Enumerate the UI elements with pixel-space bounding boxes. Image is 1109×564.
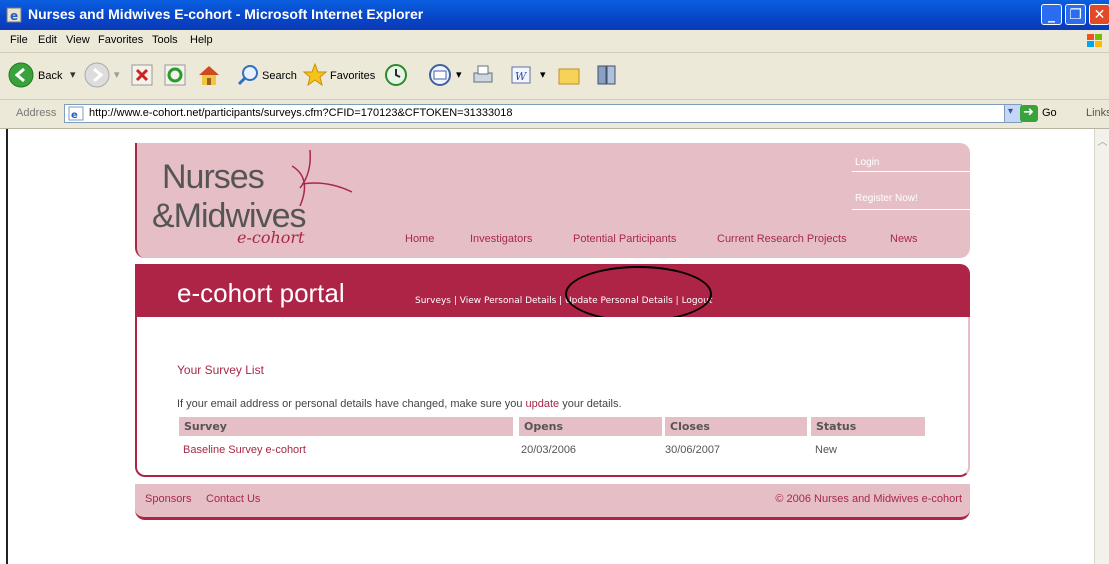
nav-potential-participants[interactable]: Potential Participants [573,233,676,245]
divider [852,209,970,210]
window-title: Nurses and Midwives E-cohort - Microsoft… [28,6,424,22]
back-dropdown-icon[interactable]: ▾ [70,68,76,81]
survey-link[interactable]: Baseline Survey e-cohort [183,444,306,456]
menu-tools[interactable]: Tools [152,34,178,46]
menu-help[interactable]: Help [190,34,213,46]
update-notice: If your email address or personal detail… [177,398,622,410]
portal-body: Your Survey List If your email address o… [135,317,970,477]
update-link[interactable]: update [526,398,560,410]
survey-list-heading: Your Survey List [177,363,264,377]
register-link[interactable]: Register Now! [855,193,918,204]
table-header-survey: Survey [179,417,513,436]
logo-text-nurses[interactable]: Nurses [162,158,265,197]
maximize-button[interactable]: ❐ [1065,4,1086,25]
folder-icon[interactable] [556,63,582,87]
site-header: Nurses &Midwives e-cohort Login Register… [135,143,970,258]
svg-text:W: W [515,70,528,83]
word-edit-icon[interactable]: W [510,65,532,85]
menu-bar: File Edit View Favorites Tools Help [0,30,1109,53]
chevron-down-icon: ▾ [1008,106,1014,117]
notice-text-before: If your email address or personal detail… [177,398,526,410]
go-label[interactable]: Go [1042,107,1057,119]
mail-icon[interactable] [428,63,454,87]
favorites-label[interactable]: Favorites [330,70,375,82]
logo-text-ecohort: e-cohort [237,228,305,247]
svg-text:e: e [71,110,78,121]
history-icon[interactable] [384,63,408,87]
table-header-status: Status [811,417,925,436]
nav-investigators[interactable]: Investigators [470,233,532,245]
window-titlebar[interactable]: e Nurses and Midwives E-cohort - Microso… [0,0,1109,30]
address-url[interactable]: http://www.e-cohort.net/participants/sur… [89,107,513,119]
annotation-circle [565,266,712,322]
forward-arrow-icon[interactable] [84,62,110,88]
refresh-icon[interactable] [164,64,186,86]
contact-us-link[interactable]: Contact Us [206,493,260,505]
search-label[interactable]: Search [262,70,297,82]
menu-view[interactable]: View [66,34,90,46]
login-link[interactable]: Login [855,157,879,168]
back-label[interactable]: Back [38,70,62,82]
svg-text:e: e [10,9,18,23]
vertical-scrollbar[interactable]: ︿ [1094,129,1109,564]
table-header-closes: Closes [665,417,807,436]
copyright-text: © 2006 Nurses and Midwives e-cohort [775,493,962,505]
nav-home[interactable]: Home [405,233,434,245]
address-input[interactable]: e http://www.e-cohort.net/participants/s… [64,104,1022,123]
ie-icon: e [6,7,22,23]
address-bar: Address e http://www.e-cohort.net/partic… [0,100,1109,129]
address-dropdown-button[interactable]: ▾ [1004,105,1021,122]
back-arrow-icon[interactable] [8,62,34,88]
minimize-button[interactable]: _ [1041,4,1062,25]
toolbar: Back ▾ ▾ Search Favorites ▾ W ▾ [0,53,1109,100]
edit-dropdown-icon[interactable]: ▾ [540,68,546,81]
scroll-up-icon[interactable]: ︿ [1096,133,1109,148]
logo-swoosh-icon [291,149,353,207]
search-icon[interactable] [236,63,260,87]
links-label[interactable]: Links [1086,107,1109,119]
forward-dropdown-icon[interactable]: ▾ [114,68,120,81]
windows-logo-icon [1087,34,1102,47]
menu-favorites[interactable]: Favorites [98,34,143,46]
stop-icon[interactable] [131,64,153,86]
page-icon: e [68,106,84,121]
survey-closes-date: 30/06/2007 [665,444,721,456]
menu-edit[interactable]: Edit [38,34,57,46]
mail-dropdown-icon[interactable]: ▾ [456,68,462,81]
survey-opens-date: 20/03/2006 [521,444,577,456]
research-icon[interactable] [594,62,620,88]
nav-news[interactable]: News [890,233,918,245]
table-header-opens: Opens [519,417,662,436]
go-arrow-icon: ➜ [1023,105,1034,120]
menu-file[interactable]: File [10,34,28,46]
address-label: Address [16,107,57,119]
nav-current-research-projects[interactable]: Current Research Projects [717,233,847,245]
favorites-star-icon[interactable] [302,62,328,88]
portal-title: e-cohort portal [177,278,345,308]
survey-status: New [815,444,838,456]
divider [852,171,970,172]
go-button[interactable]: ➜ [1020,105,1038,122]
site-footer: Sponsors Contact Us © 2006 Nurses and Mi… [135,484,970,520]
notice-text-after: your details. [559,398,622,410]
sponsors-link[interactable]: Sponsors [145,493,191,505]
print-icon[interactable] [470,63,496,87]
home-icon[interactable] [196,62,222,88]
close-button[interactable]: ✕ [1089,4,1109,25]
portal-bar: e-cohort portal Surveys | View Personal … [135,264,970,322]
